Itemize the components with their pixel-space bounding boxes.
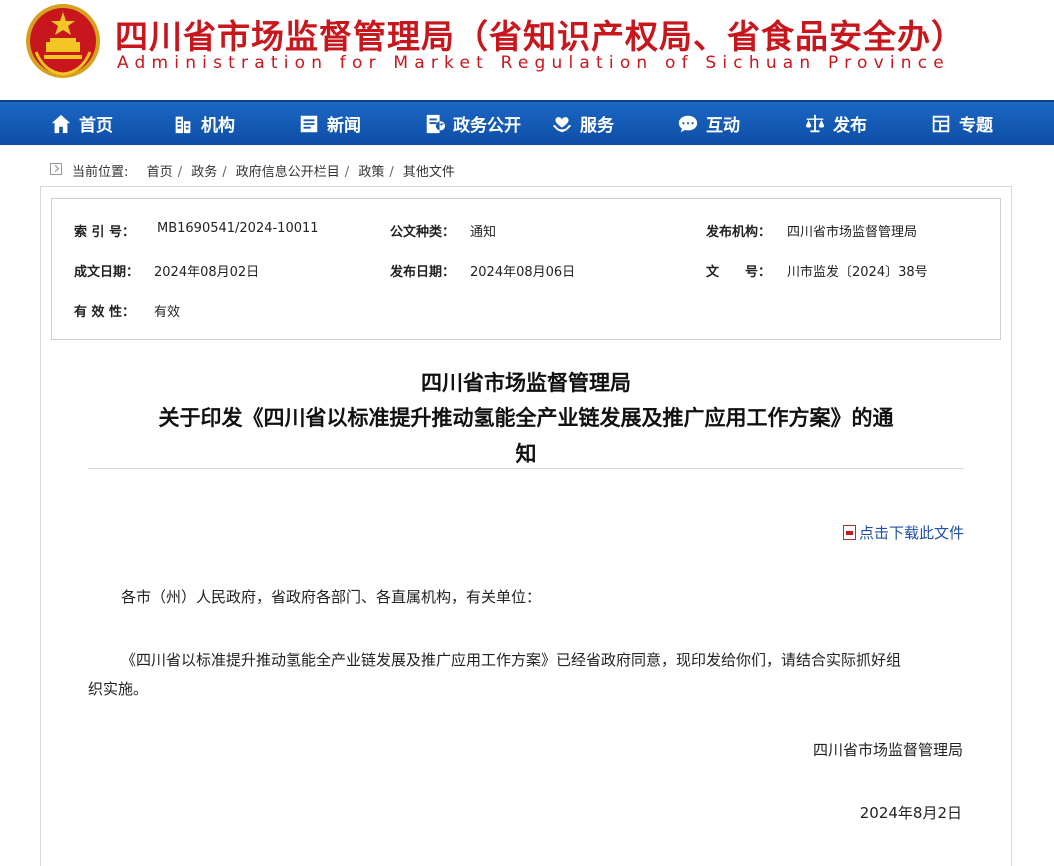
- breadcrumb-item-affairs[interactable]: 政务: [191, 165, 217, 180]
- document-metadata: 索 引 号： MB1690541/2024-10011 公文种类： 通知 发布机…: [51, 198, 1001, 340]
- building-icon: [175, 116, 191, 133]
- national-emblem-icon[interactable]: [24, 2, 102, 80]
- breadcrumb-item-info-disclosure[interactable]: 政府信息公开栏目: [236, 165, 340, 180]
- nav-item-label: 发布: [833, 116, 867, 136]
- body-text-line1: 《四川省以标准提升推动氢能全产业链发展及推广应用工作方案》已经省政府同意，现印发…: [121, 651, 902, 669]
- site-subtitle-en: Administration for Market Regulation of …: [117, 53, 950, 73]
- salutation-text: 各市（州）人民政府，省政府各部门、各直属机构，有关单位：: [121, 588, 542, 606]
- site-header: 四川省市场监督管理局（省知识产权局、省食品安全办） Administration…: [0, 0, 1054, 100]
- body-text-line2: 织实施。: [88, 680, 149, 698]
- pdf-icon: [842, 525, 856, 540]
- main-nav: 首页 机构 新闻 政务公开 服务 互动 发布 专题: [0, 100, 1054, 145]
- nav-item-publish[interactable]: 发布: [804, 102, 867, 145]
- publisher-value: 四川省市场监督管理局: [787, 225, 918, 240]
- validity-label: 有 效 性：: [74, 305, 136, 320]
- nav-item-label: 新闻: [327, 116, 361, 136]
- nav-item-label: 专题: [959, 116, 993, 136]
- index-number-label: 索 引 号：: [74, 225, 136, 240]
- nav-item-topics[interactable]: 专题: [930, 102, 993, 145]
- nav-item-label: 服务: [580, 116, 614, 136]
- nav-item-news[interactable]: 新闻: [298, 102, 361, 145]
- title-divider: [88, 468, 964, 469]
- chat-icon: [678, 115, 698, 132]
- nav-item-label: 政务公开: [453, 116, 521, 136]
- document-title-line1: 四川省市场监督管理局: [421, 370, 631, 395]
- doc-number-label: 文 号：: [706, 265, 772, 280]
- nav-item-label: 机构: [201, 116, 235, 136]
- publish-date-value: 2024年08月06日: [470, 265, 576, 280]
- site-title: 四川省市场监督管理局（省知识产权局、省食品安全办）: [115, 17, 965, 56]
- document-title-line3: 知: [515, 441, 537, 466]
- breadcrumb-item-home[interactable]: 首页: [147, 165, 173, 180]
- nav-item-institutions[interactable]: 机构: [172, 102, 235, 145]
- breadcrumb-arrow-icon: [50, 163, 62, 175]
- home-icon: [51, 114, 71, 133]
- validity-value: 有效: [154, 305, 181, 320]
- breadcrumb-item-policy[interactable]: 政策: [358, 165, 384, 180]
- gov-affairs-icon: [426, 114, 446, 133]
- topic-icon: [932, 115, 950, 132]
- download-file-label: 点击下载此文件: [858, 524, 964, 542]
- nav-item-services[interactable]: 服务: [551, 102, 614, 145]
- service-icon: [552, 116, 572, 132]
- nav-item-gov-affairs[interactable]: 政务公开: [424, 102, 521, 145]
- signature-text: 四川省市场监督管理局: [812, 741, 963, 759]
- doc-number-value: 川市监发〔2024〕38号: [787, 265, 928, 280]
- document-title-line2: 关于印发《四川省以标准提升推动氢能全产业链发展及推广应用工作方案》的通: [158, 405, 894, 430]
- written-date-value: 2024年08月02日: [154, 265, 260, 280]
- news-icon: [300, 115, 318, 132]
- scales-icon: [805, 114, 825, 132]
- written-date-label: 成文日期：: [74, 265, 140, 280]
- publish-date-label: 发布日期：: [390, 265, 456, 280]
- breadcrumb-prefix: 当前位置:: [72, 165, 129, 180]
- breadcrumb: 当前位置: 首页 / 政务 / 政府信息公开栏目 / 政策 / 其他文件: [72, 165, 455, 180]
- nav-item-label: 互动: [706, 116, 740, 136]
- publisher-label: 发布机构：: [706, 225, 772, 240]
- document-date-text: 2024年8月2日: [859, 804, 962, 822]
- doc-type-value: 通知: [470, 225, 497, 240]
- download-file-link[interactable]: 点击下载此文件: [842, 522, 964, 543]
- nav-item-home[interactable]: 首页: [50, 102, 113, 145]
- nav-item-interaction[interactable]: 互动: [677, 102, 740, 145]
- index-number-value: MB1690541/2024-10011: [157, 221, 319, 236]
- breadcrumb-item-other-files[interactable]: 其他文件: [403, 165, 455, 180]
- doc-type-label: 公文种类：: [390, 225, 456, 240]
- nav-item-label: 首页: [79, 116, 113, 136]
